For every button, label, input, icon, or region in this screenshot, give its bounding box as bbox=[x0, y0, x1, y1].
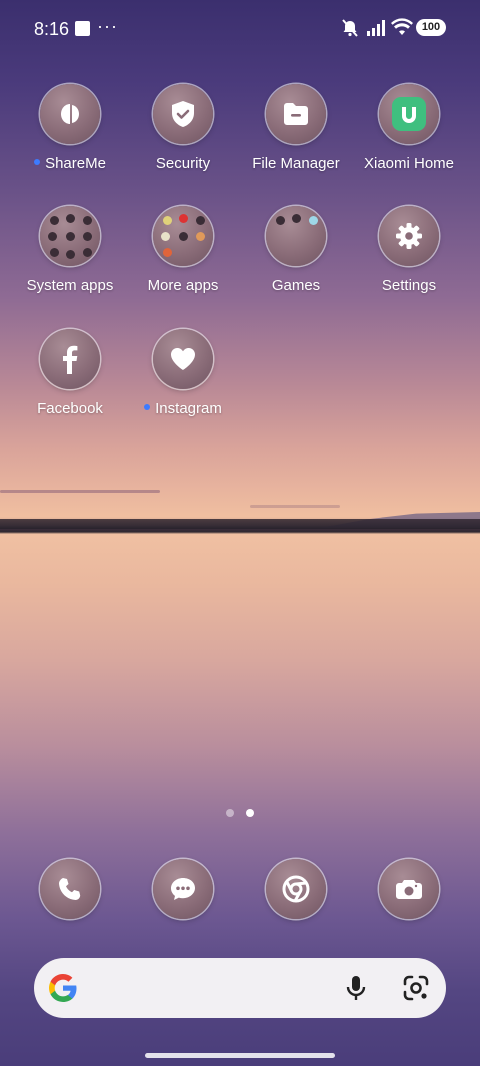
mini-app-icon bbox=[83, 216, 92, 225]
mi-home-icon bbox=[379, 84, 439, 144]
battery-indicator: 100 bbox=[416, 19, 446, 36]
dock-camera[interactable] bbox=[353, 859, 465, 919]
app-label: Instagram bbox=[155, 400, 222, 417]
signal-icon bbox=[367, 20, 385, 36]
status-bar: 8:16 ··· 100 bbox=[0, 0, 480, 56]
heart-icon bbox=[153, 329, 213, 389]
app-settings[interactable]: Settings bbox=[353, 206, 465, 294]
phone-icon bbox=[40, 859, 100, 919]
silent-bell-icon bbox=[342, 19, 358, 37]
message-icon bbox=[153, 859, 213, 919]
folder-system-apps[interactable]: System apps bbox=[14, 206, 126, 294]
mini-app-icon bbox=[179, 232, 188, 241]
lens-icon[interactable] bbox=[402, 974, 430, 1002]
app-label: ShareMe bbox=[45, 155, 106, 172]
new-install-dot bbox=[144, 404, 151, 411]
mini-app-icon bbox=[83, 232, 92, 241]
cloud-streak bbox=[250, 505, 340, 508]
dock-phone[interactable] bbox=[14, 859, 126, 919]
notification-square-icon bbox=[75, 21, 90, 36]
shield-check-icon bbox=[153, 84, 213, 144]
folder-icon bbox=[266, 84, 326, 144]
google-g-icon bbox=[49, 974, 77, 1002]
mini-app-icon bbox=[66, 232, 75, 241]
more-notifications-icon: ··· bbox=[97, 16, 118, 36]
mic-icon[interactable] bbox=[344, 974, 368, 1002]
gear-icon bbox=[379, 206, 439, 266]
folder-more-apps[interactable]: More apps bbox=[127, 206, 239, 294]
mini-app-icon bbox=[83, 248, 92, 257]
app-label: System apps bbox=[26, 277, 114, 294]
app-label: Facebook bbox=[37, 400, 103, 417]
dock-chrome[interactable] bbox=[240, 859, 352, 919]
mini-app-icon bbox=[66, 214, 75, 223]
page-dot-2-active[interactable] bbox=[246, 809, 254, 817]
mini-app-icon bbox=[292, 214, 301, 223]
mini-app-icon bbox=[179, 214, 188, 223]
cloud-streak bbox=[0, 490, 160, 493]
mini-app-icon bbox=[163, 248, 172, 257]
dock-messages[interactable] bbox=[127, 859, 239, 919]
app-label: Xiaomi Home bbox=[363, 155, 455, 172]
facebook-icon bbox=[40, 329, 100, 389]
chrome-icon bbox=[266, 859, 326, 919]
mini-app-icon bbox=[196, 216, 205, 225]
folder-grid-icon bbox=[266, 206, 326, 266]
wifi-icon bbox=[391, 18, 413, 35]
app-facebook[interactable]: Facebook bbox=[14, 329, 126, 417]
folder-grid-icon bbox=[40, 206, 100, 266]
app-instagram[interactable]: Instagram bbox=[127, 329, 239, 417]
mini-app-icon bbox=[309, 216, 318, 225]
page-dot-1[interactable] bbox=[226, 809, 234, 817]
app-label: More apps bbox=[147, 277, 219, 294]
mini-app-icon bbox=[276, 216, 285, 225]
camera-icon bbox=[379, 859, 439, 919]
app-xiaomi-home[interactable]: Xiaomi Home bbox=[353, 84, 465, 172]
shoreline bbox=[0, 519, 480, 529]
google-search-bar[interactable] bbox=[34, 958, 446, 1018]
new-install-dot bbox=[34, 159, 41, 166]
folder-grid-icon bbox=[153, 206, 213, 266]
mini-app-icon bbox=[161, 232, 170, 241]
app-shareme[interactable]: ShareMe bbox=[14, 84, 126, 172]
mini-app-icon bbox=[66, 250, 75, 259]
folder-games[interactable]: Games bbox=[240, 206, 352, 294]
mi-home-badge bbox=[392, 97, 426, 131]
mini-app-icon bbox=[50, 248, 59, 257]
app-label: Settings bbox=[381, 277, 437, 294]
app-label: Security bbox=[155, 155, 211, 172]
app-security[interactable]: Security bbox=[127, 84, 239, 172]
mini-app-icon bbox=[48, 232, 57, 241]
mini-app-icon bbox=[196, 232, 205, 241]
app-file-manager[interactable]: File Manager bbox=[240, 84, 352, 172]
clock: 8:16 bbox=[34, 19, 70, 39]
shareme-icon bbox=[40, 84, 100, 144]
app-label: File Manager bbox=[252, 155, 340, 172]
mini-app-icon bbox=[163, 216, 172, 225]
app-label: Games bbox=[271, 277, 321, 294]
mini-app-icon bbox=[50, 216, 59, 225]
gesture-nav-bar[interactable] bbox=[145, 1053, 335, 1058]
